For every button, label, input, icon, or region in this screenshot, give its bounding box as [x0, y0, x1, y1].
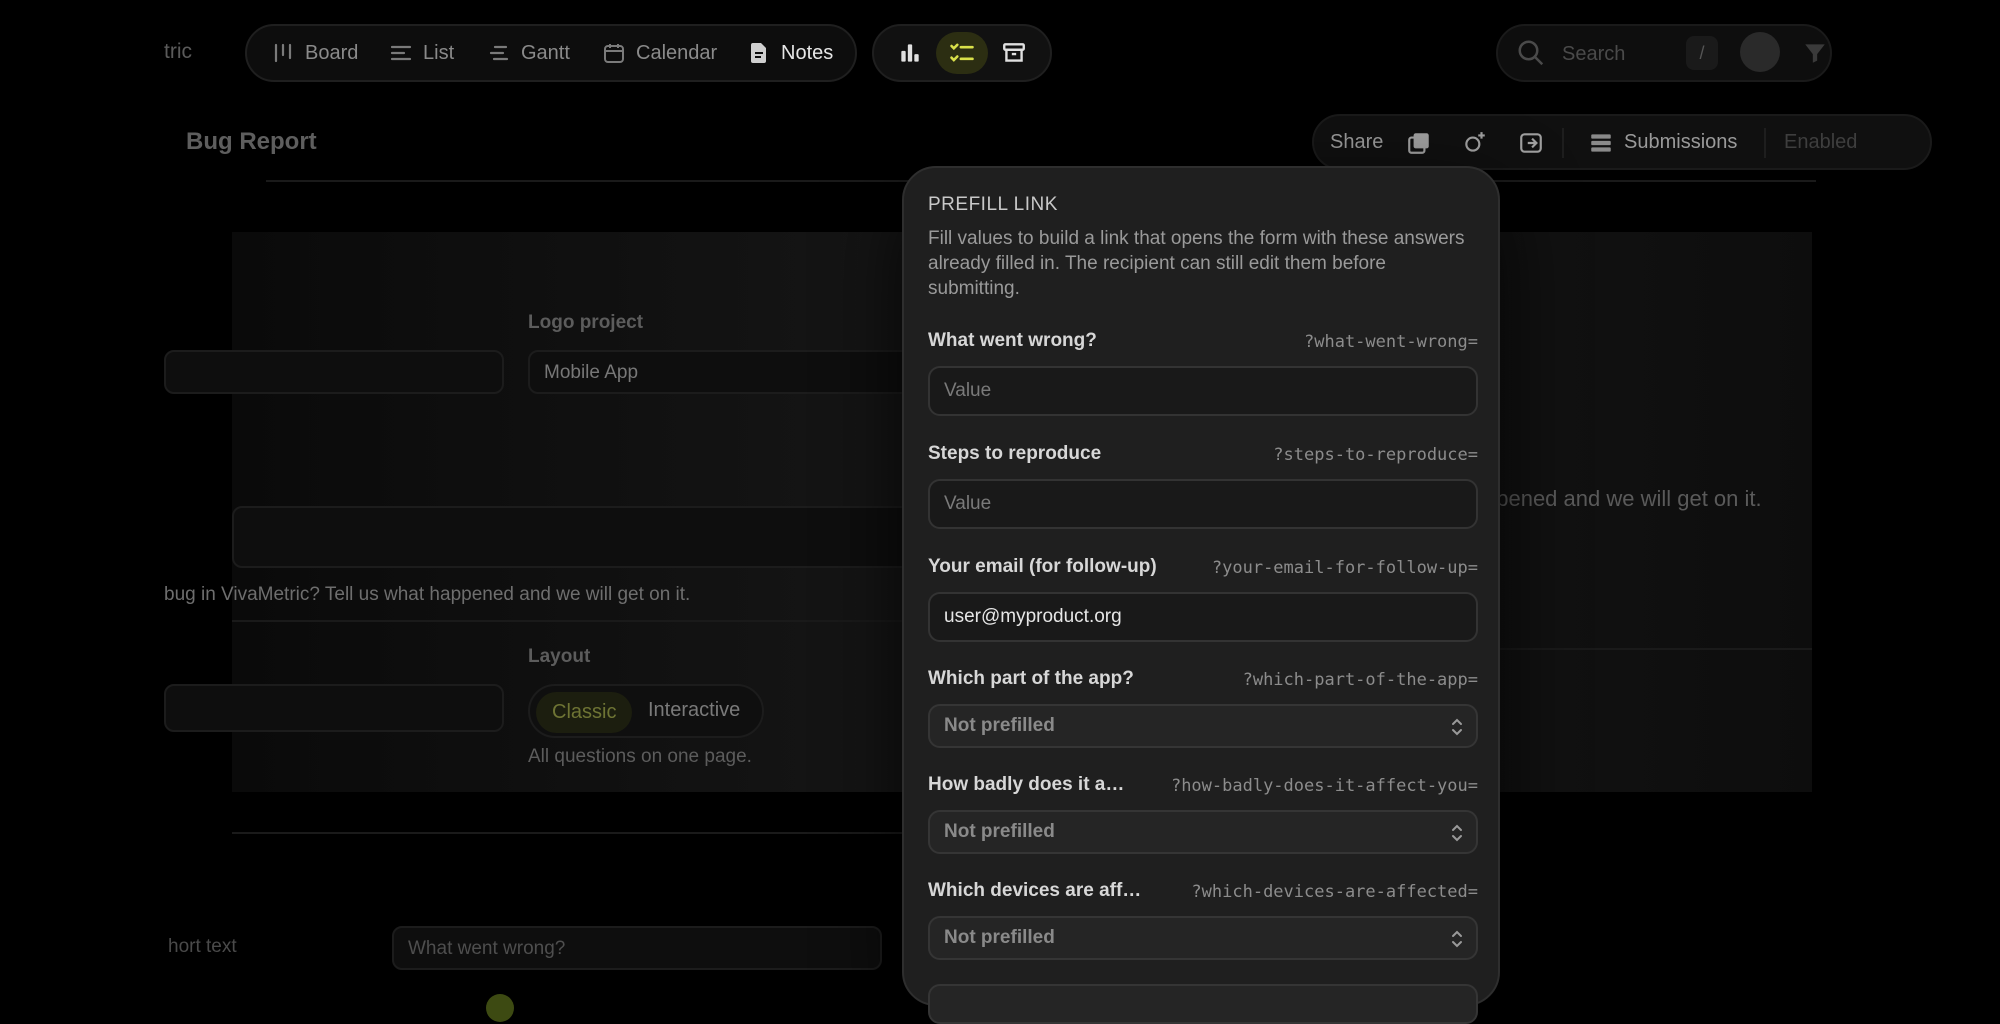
search-input[interactable]: Search — [1562, 43, 1625, 66]
description-field[interactable] — [232, 506, 932, 568]
view-tab-label: Calendar — [636, 41, 718, 64]
short-text-field[interactable] — [164, 684, 504, 732]
archive-button[interactable] — [988, 32, 1040, 74]
search-box[interactable]: Search / — [1496, 24, 1832, 82]
view-tab-calendar[interactable]: Calendar — [602, 26, 717, 80]
view-switcher: Board List Gantt Calendar Notes — [245, 24, 857, 82]
prefill-value-input[interactable]: Value — [928, 479, 1478, 529]
description-preview: ppened and we will get on it. — [1484, 486, 1762, 511]
prefill-select[interactable]: Not prefilled — [928, 704, 1478, 748]
question-type-label: hort text — [168, 936, 237, 957]
prefill-value-input[interactable]: Value — [928, 366, 1478, 416]
form-actions-bar: Share Submissions Enabled — [1312, 114, 1932, 170]
layout-hint: All questions on one page. — [528, 746, 752, 767]
param-key: ?how-badly-does-it-affect-you= — [1170, 776, 1478, 796]
stats-button[interactable] — [884, 32, 936, 74]
search-icon — [1518, 40, 1544, 66]
question-label: What went wrong? — [928, 330, 1097, 351]
project-value: Mobile App — [544, 362, 639, 383]
bar-chart-icon — [901, 44, 919, 62]
project-select[interactable]: Mobile App — [528, 350, 928, 394]
add-link-icon[interactable] — [1462, 130, 1488, 156]
layout-label: Layout — [528, 646, 591, 667]
copy-icon[interactable] — [1406, 130, 1432, 156]
question-label: Which devices are aff… — [928, 880, 1142, 901]
list-icon — [390, 45, 412, 61]
view-tab-notes[interactable]: Notes — [747, 26, 833, 80]
forms-button[interactable] — [936, 32, 988, 74]
type-select[interactable] — [164, 350, 504, 394]
layout-toggle[interactable]: Classic Interactive — [528, 684, 764, 738]
popover-description: Fill values to build a link that opens t… — [928, 228, 1465, 299]
prefill-select-value: Not prefilled — [944, 821, 1055, 842]
description-text: bug in VivaMetric? Tell us what happened… — [164, 584, 691, 605]
view-tab-label: Gantt — [521, 41, 570, 64]
param-key: ?your-email-for-follow-up= — [1211, 558, 1478, 578]
prefill-select-value: Not prefilled — [944, 715, 1055, 736]
page-title: Bug Report — [186, 128, 317, 155]
avatar[interactable] — [1740, 32, 1780, 72]
question-title-input[interactable]: What went wrong? — [392, 926, 882, 970]
view-tab-label: Board — [305, 41, 359, 64]
prefill-next-field[interactable] — [928, 984, 1478, 1024]
filter-icon[interactable] — [1802, 40, 1828, 66]
question-label: Which part of the app? — [928, 668, 1134, 689]
param-key: ?steps-to-reproduce= — [1273, 445, 1478, 465]
chevron-updown-icon — [1452, 718, 1462, 736]
checklist-icon — [950, 43, 974, 62]
view-tab-label: List — [423, 41, 455, 64]
prefill-select-value: Not prefilled — [944, 927, 1055, 948]
view-tab-label: Notes — [781, 41, 834, 64]
gantt-icon — [489, 45, 509, 61]
popover-heading: PREFILL LINK — [928, 194, 1058, 215]
status-dot — [486, 994, 514, 1022]
param-key: ?which-devices-are-affected= — [1191, 882, 1478, 902]
question-title-placeholder: What went wrong? — [408, 938, 566, 959]
question-label: Your email (for follow-up) — [928, 556, 1157, 577]
tool-switcher — [872, 24, 1052, 82]
email-prefill-input[interactable]: user@myproduct.org — [928, 592, 1478, 642]
question-label: How badly does it a… — [928, 774, 1125, 795]
question-label: Steps to reproduce — [928, 443, 1102, 464]
table-icon — [1591, 134, 1611, 152]
chevron-updown-icon — [1452, 824, 1462, 842]
prefill-select[interactable]: Not prefilled — [928, 916, 1478, 960]
view-tab-list[interactable]: List — [389, 26, 454, 80]
view-tab-gantt[interactable]: Gantt — [487, 26, 570, 80]
param-key: ?what-went-wrong= — [1304, 332, 1478, 352]
notes-icon — [751, 43, 766, 63]
prefill-select[interactable]: Not prefilled — [928, 810, 1478, 854]
calendar-icon — [604, 44, 624, 63]
board-icon — [274, 43, 292, 63]
project-label: Logo project — [528, 312, 644, 333]
enabled-toggle-label[interactable]: Enabled — [1784, 131, 1857, 154]
search-shortcut-key: / — [1686, 36, 1718, 70]
param-key: ?which-part-of-the-app= — [1242, 670, 1478, 690]
layout-option-interactive[interactable]: Interactive — [648, 699, 740, 722]
archive-icon — [1003, 43, 1025, 62]
prefill-link-popover: PREFILL LINK Fill values to build a link… — [902, 166, 1500, 1024]
layout-option-classic[interactable]: Classic — [536, 692, 633, 733]
embed-icon[interactable] — [1518, 130, 1544, 156]
chevron-updown-icon — [1452, 930, 1462, 948]
submissions-button[interactable]: Submissions — [1624, 131, 1737, 154]
view-tab-board[interactable]: Board — [271, 26, 358, 80]
share-button[interactable]: Share — [1330, 131, 1383, 154]
brand-name: tric — [164, 40, 192, 63]
